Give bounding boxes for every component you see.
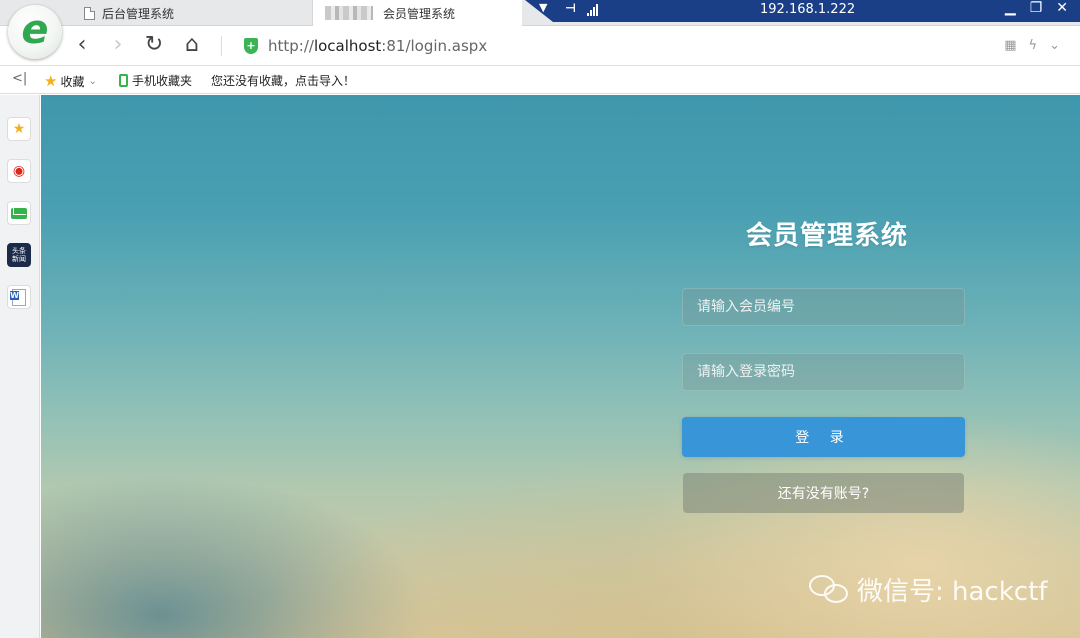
remote-desktop-bar: ▼ ⊣ 192.168.1.222 ▁ ❐ ✕ bbox=[525, 0, 1080, 22]
chevron-down-icon: ⌄ bbox=[88, 75, 97, 87]
forward-icon[interactable]: › bbox=[106, 34, 130, 58]
star-icon[interactable]: ★ bbox=[7, 117, 31, 141]
mobile-favorites[interactable]: 手机收藏夹 bbox=[119, 72, 192, 89]
page-content: 会员管理系统 登 录 还有没有账号? 微信号: hackctf bbox=[41, 95, 1080, 638]
mail-icon[interactable] bbox=[7, 201, 31, 225]
chevron-down-icon[interactable]: ⌄ bbox=[1049, 38, 1060, 53]
password-input[interactable] bbox=[682, 353, 965, 391]
star-icon: ★ bbox=[44, 72, 58, 90]
home-icon[interactable]: ⌂ bbox=[180, 34, 204, 58]
bookmarks-bar: <| ★ 收藏 ⌄ 手机收藏夹 您还没有收藏，点击导入！ bbox=[0, 66, 1080, 94]
login-button[interactable]: 登 录 bbox=[682, 417, 965, 457]
address-bar: ‹ › ↻ ⌂ + http://localhost:81/login.aspx… bbox=[0, 26, 1080, 66]
sidebar: ★ ◉ 头条 新闻 bbox=[0, 95, 40, 638]
document-icon bbox=[84, 6, 95, 20]
qr-code-icon[interactable]: ▦ bbox=[1004, 38, 1016, 53]
remote-ip: 192.168.1.222 bbox=[760, 2, 856, 17]
secure-shield-icon[interactable]: + bbox=[244, 38, 258, 54]
tab-bar: 后台管理系统 会员管理系统 ▼ ⊣ 192.168.1.222 ▁ ❐ ✕ bbox=[0, 0, 1080, 26]
tab-admin[interactable]: 后台管理系统 bbox=[78, 0, 308, 26]
reload-icon[interactable]: ↻ bbox=[142, 34, 166, 58]
page-title: 会员管理系统 bbox=[745, 221, 908, 251]
news-icon[interactable]: 头条 新闻 bbox=[7, 243, 31, 267]
tab-favicon-icon bbox=[325, 6, 373, 20]
back-icon[interactable]: ‹ bbox=[70, 34, 94, 58]
login-panel: 会员管理系统 登 录 还有没有账号? bbox=[681, 215, 967, 513]
lightning-icon[interactable]: ϟ bbox=[1029, 38, 1038, 53]
register-button[interactable]: 还有没有账号? bbox=[683, 473, 964, 513]
member-id-input[interactable] bbox=[682, 288, 965, 326]
restore-icon[interactable]: ❐ bbox=[1030, 0, 1043, 16]
signal-icon bbox=[587, 4, 599, 16]
close-icon[interactable]: ✕ bbox=[1056, 0, 1068, 16]
tab-member-label: 会员管理系统 bbox=[383, 6, 456, 21]
tab-member[interactable]: 会员管理系统 bbox=[312, 0, 522, 26]
dropdown-icon[interactable]: ▼ bbox=[539, 1, 547, 14]
browser-logo[interactable]: e bbox=[8, 5, 62, 59]
weibo-icon[interactable]: ◉ bbox=[7, 159, 31, 183]
wechat-watermark: 微信号: hackctf bbox=[809, 571, 1047, 608]
minimize-icon[interactable]: ▁ bbox=[1005, 0, 1016, 16]
divider bbox=[221, 36, 222, 56]
wechat-icon bbox=[809, 574, 849, 605]
collapse-sidebar-icon[interactable]: <| bbox=[12, 71, 27, 86]
word-icon[interactable] bbox=[7, 285, 31, 309]
import-favorites-link[interactable]: 您还没有收藏，点击导入！ bbox=[211, 72, 355, 89]
phone-icon bbox=[119, 74, 128, 87]
tab-admin-label: 后台管理系统 bbox=[102, 6, 175, 21]
favorites-menu[interactable]: ★ 收藏 ⌄ bbox=[44, 72, 97, 90]
url-field[interactable]: http://localhost:81/login.aspx bbox=[268, 37, 487, 55]
pin-icon[interactable]: ⊣ bbox=[565, 1, 576, 15]
